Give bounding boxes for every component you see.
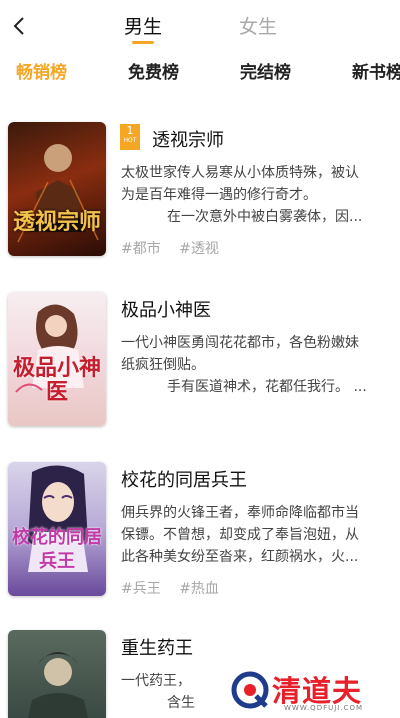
- description-line: 佣兵界的火锋王者，奉师命降临都市当: [121, 505, 359, 521]
- tag[interactable]: #都市: [121, 241, 161, 257]
- watermark-url: WWW.QDFUJI.COM: [284, 704, 364, 712]
- cover-art: [17, 144, 99, 243]
- description-line: 纸疯狂倒贴。: [121, 357, 205, 373]
- tag-list: #兵王 #热血: [121, 578, 233, 598]
- description-line: 此各种美女纷至沓来，红颜祸水，火...: [121, 549, 359, 565]
- watermark-logo-icon: [231, 671, 269, 709]
- tab-female[interactable]: 女生: [239, 12, 277, 39]
- book-description: 一代小神医勇闯花花都市，各色粉嫩妹 纸疯狂倒贴。 手有医道神术，花都任我行。 .…: [121, 332, 391, 398]
- cover-art: [28, 652, 88, 718]
- description-line: 保镖。不曾想，却变成了奉旨泡妞，从: [121, 527, 359, 543]
- active-tab-indicator: [132, 41, 154, 44]
- cover-title: 透视宗师: [12, 209, 101, 235]
- tab-male[interactable]: 男生: [124, 12, 162, 39]
- book-description: 太极世家传人易寒从小体质特殊，被认 为是百年难得一遇的修行奇才。 在一次意外中被…: [121, 162, 391, 228]
- tab-free[interactable]: 免费榜: [128, 58, 179, 83]
- description-line: 太极世家传人易寒从小体质特殊，被认: [121, 165, 359, 181]
- list-item[interactable]: 校花的同居兵王 校花的同居兵王 佣兵界的火锋王者，奉师命降临都市当 保镖。不曾想…: [0, 462, 400, 622]
- chevron-left-icon: [13, 17, 24, 35]
- tag-list: #都市 #透视: [121, 238, 233, 258]
- cover-title: 极品小神医: [12, 355, 101, 405]
- tab-completed[interactable]: 完结榜: [240, 58, 291, 83]
- book-cover[interactable]: [8, 630, 106, 718]
- category-tabs: 畅销榜 免费榜 完结榜 新书榜: [0, 54, 400, 90]
- book-cover[interactable]: 极品小神医: [8, 292, 106, 426]
- book-title: 透视宗师: [152, 130, 224, 151]
- cover-title: 校花的同居兵王: [12, 527, 102, 572]
- list-item[interactable]: 透视宗师 1 HOT 透视宗师 太极世家传人易寒从小体质特殊，被认 为是百年难得…: [0, 122, 400, 282]
- book-cover[interactable]: 透视宗师: [8, 122, 106, 256]
- description-line: 在一次意外中被白雾袭体，因...: [167, 209, 363, 225]
- rank-label: HOT: [123, 137, 137, 144]
- watermark: 清道夫 WWW.QDFUJI.COM: [226, 666, 396, 716]
- tab-bestseller[interactable]: 畅销榜: [16, 58, 67, 83]
- top-bar: 男生 女生: [0, 0, 400, 52]
- description-line: 手有医道神术，花都任我行。 ...: [167, 379, 367, 395]
- book-title: 重生药王: [121, 638, 193, 659]
- rank-badge: 1 HOT: [120, 124, 140, 150]
- book-cover[interactable]: 校花的同居兵王: [8, 462, 106, 596]
- list-item[interactable]: 极品小神医 极品小神医 一代小神医勇闯花花都市，各色粉嫩妹 纸疯狂倒贴。 手有医…: [0, 292, 400, 452]
- description-line: 一代小神医勇闯花花都市，各色粉嫩妹: [121, 335, 359, 351]
- book-title: 极品小神医: [121, 300, 211, 321]
- book-title: 校花的同居兵王: [121, 470, 247, 491]
- description-line: 为是百年难得一遇的修行奇才。: [121, 187, 317, 203]
- book-description: 佣兵界的火锋王者，奉师命降临都市当 保镖。不曾想，却变成了奉旨泡妞，从 此各种美…: [121, 502, 391, 568]
- rank-number: 1: [126, 124, 134, 137]
- tag[interactable]: #兵王: [121, 581, 161, 597]
- tag[interactable]: #透视: [179, 241, 219, 257]
- tab-new[interactable]: 新书榜: [352, 58, 400, 83]
- tag[interactable]: #热血: [179, 581, 219, 597]
- back-button[interactable]: [6, 12, 32, 40]
